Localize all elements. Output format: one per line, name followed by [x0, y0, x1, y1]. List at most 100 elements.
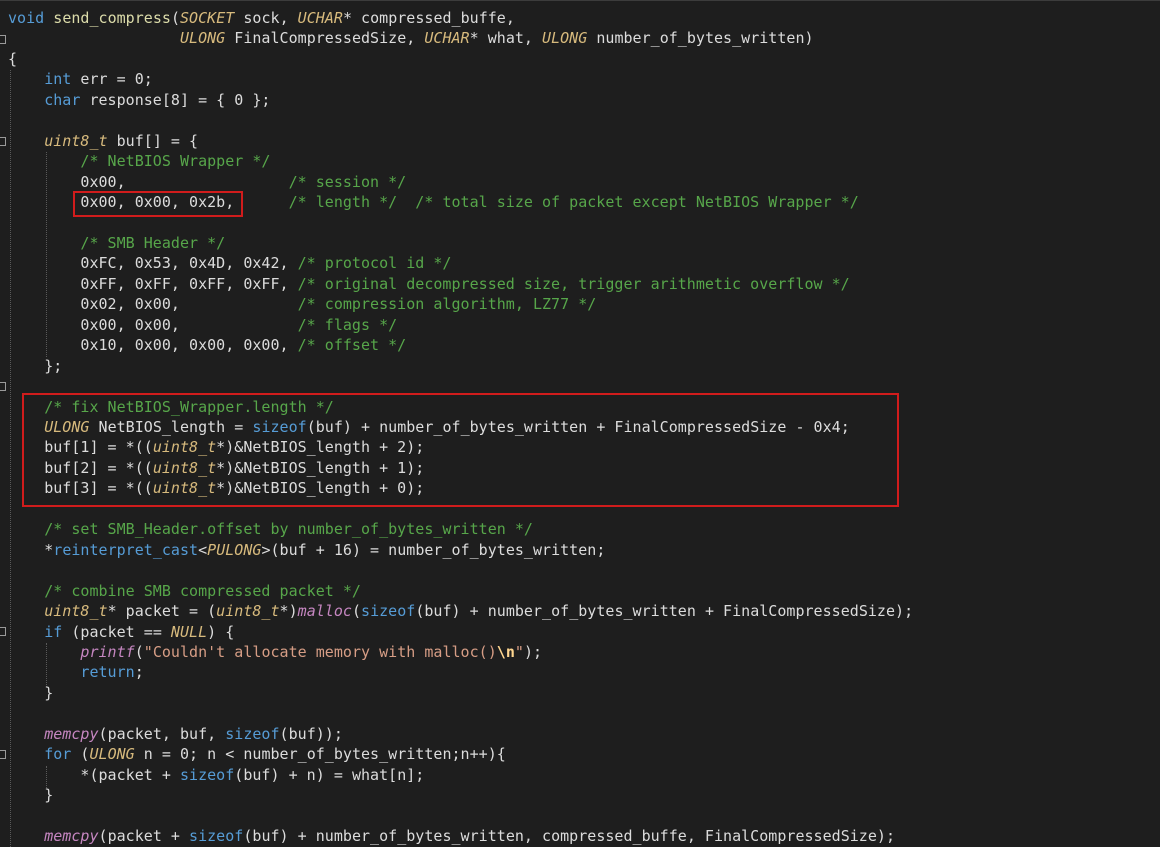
code-token: (packet, buf,	[98, 724, 226, 743]
code-token: reinterpret_cast	[53, 540, 199, 559]
code-token: ULONG	[179, 29, 226, 48]
code-line[interactable]: }	[8, 785, 53, 806]
code-token: UCHAR	[297, 9, 343, 27]
code-token: *	[8, 540, 54, 559]
code-line[interactable]: *(packet + sizeof(buf) + n) = what[n];	[8, 765, 424, 786]
code-token: /* original decompressed size, trigger a…	[297, 274, 850, 293]
code-editor[interactable]: void send_compress(SOCKET sock, UCHAR* c…	[0, 0, 1160, 847]
code-token: buf[] = {	[107, 131, 199, 150]
code-token: n = 0; n < number_of_bytes_written;n++){	[134, 745, 506, 764]
fold-marker-fix-comment[interactable]	[0, 382, 6, 391]
code-token: * what,	[469, 29, 543, 48]
code-line[interactable]: 0x10, 0x00, 0x00, 0x00, /* offset */	[8, 335, 406, 356]
code-token: sizeof	[189, 827, 244, 845]
code-token: "	[514, 642, 524, 661]
code-token: void	[8, 9, 45, 27]
code-token: 0xFC, 0x53, 0x4D, 0x42,	[8, 254, 298, 273]
code-token: sock,	[234, 9, 298, 27]
code-line[interactable]: 0xFF, 0xFF, 0xFF, 0xFF, /* original deco…	[8, 274, 850, 295]
code-line[interactable]: uint8_t buf[] = {	[8, 131, 198, 152]
code-line[interactable]: return;	[8, 662, 144, 683]
code-line[interactable]: ULONG FinalCompressedSize, UCHAR* what, …	[8, 28, 814, 49]
code-line[interactable]: {	[8, 49, 17, 70]
code-token: printf	[80, 642, 135, 661]
code-line[interactable]: 0x00, /* session */	[8, 172, 406, 193]
highlight-box-length-bytes	[73, 191, 243, 217]
code-token: send_compress	[53, 9, 171, 27]
code-token: sizeof	[361, 602, 416, 621]
code-token: (packet ==	[62, 622, 171, 641]
code-line[interactable]: /* SMB Header */	[8, 233, 225, 254]
code-token: /* protocol id */	[297, 254, 452, 273]
code-line[interactable]: /* set SMB_Header.offset by number_of_by…	[8, 519, 533, 540]
editor-top-border	[0, 0, 1160, 1]
code-line[interactable]: int err = 0;	[8, 69, 153, 90]
code-token: sizeof	[179, 765, 235, 784]
code-token: (buf) + number_of_bytes_written + FinalC…	[415, 602, 914, 621]
code-token: 0x00,	[8, 172, 289, 191]
code-line[interactable]: if (packet == NULL) {	[8, 622, 234, 643]
code-token: /* session */	[288, 172, 407, 191]
code-line[interactable]: memcpy(packet, buf, sizeof(buf));	[8, 724, 343, 745]
code-token: }	[8, 683, 54, 702]
code-token: PULONG	[207, 540, 262, 559]
code-token: sizeof	[225, 724, 280, 743]
code-token: }	[8, 786, 54, 805]
code-line[interactable]: 0xFC, 0x53, 0x4D, 0x42, /* protocol id *…	[8, 253, 452, 274]
code-token: (buf));	[279, 724, 343, 743]
fold-marker-buf-array[interactable]	[0, 137, 6, 146]
code-token: (	[71, 745, 90, 764]
code-token: );	[523, 642, 543, 661]
code-line[interactable]: 0x00, 0x00, /* flags */	[8, 315, 397, 336]
code-token: 0x10, 0x00, 0x00, 0x00,	[8, 336, 298, 355]
code-token: (packet +	[98, 827, 190, 845]
code-line[interactable]: memcpy(packet + sizeof(buf) + number_of_…	[8, 826, 895, 847]
code-token: 0x00, 0x00,	[8, 315, 298, 334]
code-line[interactable]: uint8_t* packet = (uint8_t*)malloc(sizeo…	[8, 601, 913, 622]
code-token: *(packet +	[8, 765, 180, 784]
code-line[interactable]: /* NetBIOS Wrapper */	[8, 151, 270, 172]
code-token: response[8] = { 0 };	[80, 90, 271, 109]
code-token: (buf) + number_of_bytes_written, compres…	[243, 827, 895, 845]
code-token: /* compression algorithm, LZ77 */	[297, 295, 597, 314]
code-line[interactable]: };	[8, 356, 62, 377]
code-token: \n	[496, 642, 515, 661]
code-line[interactable]: void send_compress(SOCKET sock, UCHAR* c…	[8, 8, 515, 29]
code-token: /* NetBIOS Wrapper */	[80, 152, 271, 171]
code-token: (	[351, 602, 362, 621]
code-token: ULONG	[89, 745, 135, 764]
code-token: uint8_t	[44, 602, 108, 621]
code-token: malloc	[297, 602, 352, 621]
code-token: UCHAR	[424, 29, 470, 48]
code-token: {	[8, 49, 18, 68]
code-token: 0x02, 0x00,	[8, 295, 298, 314]
fold-marker-if-block[interactable]	[0, 627, 6, 636]
code-token: >(buf + 16) = number_of_bytes_written;	[261, 540, 606, 559]
code-line[interactable]: /* combine SMB compressed packet */	[8, 581, 361, 602]
code-token: (	[170, 9, 180, 27]
code-line[interactable]: }	[8, 683, 53, 704]
code-line[interactable]: printf("Couldn't allocate memory with ma…	[8, 642, 542, 663]
code-line[interactable]: 0x02, 0x00, /* compression algorithm, LZ…	[8, 294, 596, 315]
code-token: /* length */ /* total size of packet exc…	[288, 193, 859, 212]
code-line[interactable]: char response[8] = { 0 };	[8, 90, 270, 111]
code-line[interactable]: for (ULONG n = 0; n < number_of_bytes_wr…	[8, 744, 506, 765]
code-line[interactable]: *reinterpret_cast<PULONG>(buf + 16) = nu…	[8, 540, 605, 561]
fold-marker-for-block[interactable]	[0, 750, 6, 759]
code-token: /* SMB Header */	[80, 233, 226, 252]
code-token: return	[80, 663, 135, 682]
code-token: if	[44, 622, 63, 641]
code-token: ) {	[207, 622, 235, 641]
code-token: ULONG	[542, 29, 588, 48]
fold-marker-function[interactable]	[0, 35, 6, 44]
